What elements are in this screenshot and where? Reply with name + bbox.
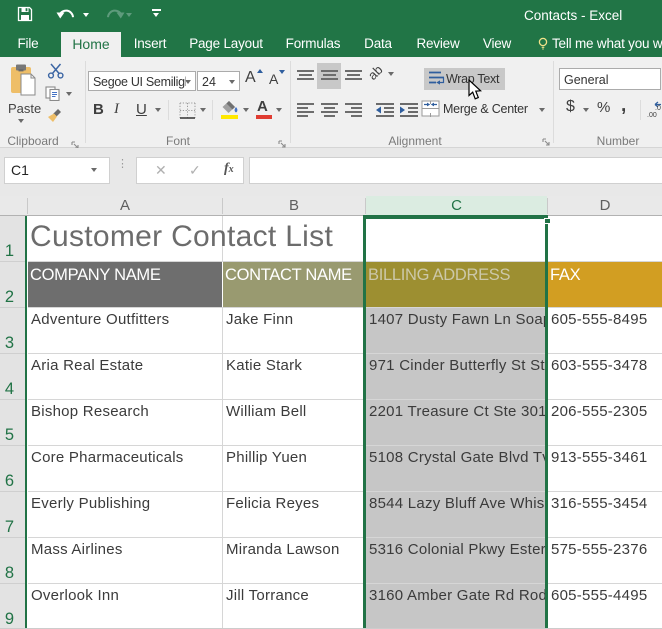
- svg-text:.0: .0: [655, 105, 661, 112]
- svg-text:.00: .00: [647, 112, 657, 118]
